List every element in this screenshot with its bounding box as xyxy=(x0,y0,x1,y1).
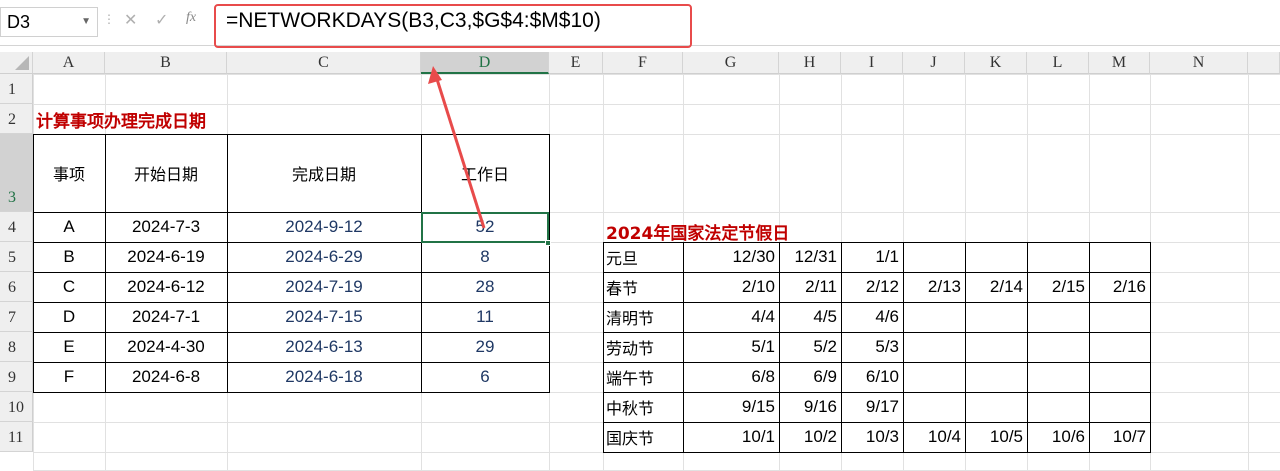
annotation-arrow xyxy=(428,66,486,229)
